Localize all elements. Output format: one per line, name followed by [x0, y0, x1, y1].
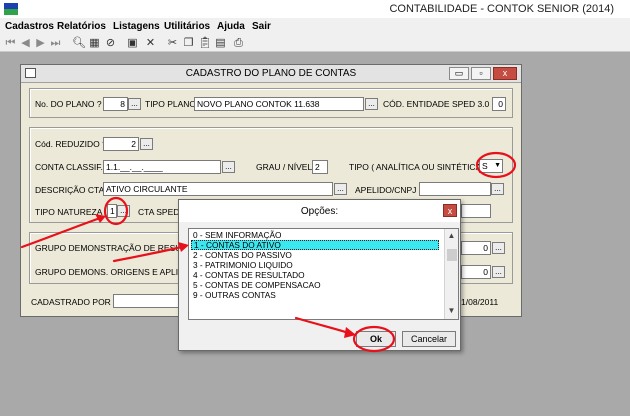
conta-classif-label: CONTA CLASSIF. — [35, 162, 103, 172]
cadastrado-field — [113, 294, 181, 308]
list-item[interactable]: 5 - CONTAS DE COMPENSACAO — [191, 280, 439, 290]
grid-icon[interactable]: ▦ — [88, 37, 101, 50]
screen-icon[interactable]: ▤ — [214, 37, 227, 50]
prev-icon[interactable]: ◀ — [19, 37, 32, 50]
scroll-thumb[interactable] — [447, 249, 457, 261]
grupo-demo-field[interactable]: 0 — [461, 241, 491, 255]
options-listbox[interactable]: 0 - SEM INFORMAÇÃO 1 - CONTAS DO ATIVO 2… — [188, 228, 459, 320]
first-icon[interactable]: ⏮ — [4, 37, 17, 50]
paste-icon[interactable]: 📋︎ — [198, 37, 212, 50]
no-plano-field[interactable]: 8 — [103, 97, 128, 111]
list-item[interactable]: 3 - PATRIMONIO LIQUIDO — [191, 260, 439, 270]
window-title: CADASTRO DO PLANO DE CONTAS — [185, 68, 357, 79]
tipo-analitica-value: S — [482, 161, 488, 171]
save-icon[interactable]: ▣ — [126, 37, 139, 50]
tipo-plano-lookup-button[interactable]: ... — [365, 98, 378, 110]
tipo-natureza-label: TIPO NATUREZA — [35, 207, 103, 217]
minimize-button[interactable]: ▭ — [449, 67, 469, 80]
cadastrado-label: CADASTRADO POR : — [31, 297, 116, 307]
cod-reduzido-lookup-button[interactable]: ... — [140, 138, 153, 150]
list-item[interactable]: 2 - CONTAS DO PASSIVO — [191, 250, 439, 260]
menu-ajuda[interactable]: Ajuda — [217, 21, 245, 32]
no-plano-label: No. DO PLANO ? — [35, 99, 102, 109]
menu-relatorios[interactable]: Relatórios — [57, 21, 106, 32]
dialog-close-button[interactable]: x — [443, 204, 457, 217]
app-title: CONTABILIDADE - CONTOK SENIOR (2014) — [389, 3, 614, 15]
apelido-field[interactable] — [419, 182, 491, 196]
tipo-plano-label: TIPO PLANO — [145, 99, 197, 109]
grupo-origens-label: GRUPO DEMONS. ORIGENS E APLICA — [35, 267, 190, 277]
menu-sair[interactable]: Sair — [252, 21, 271, 32]
cod-sped-label: CÓD. ENTIDADE SPED 3.0 — [383, 99, 490, 109]
grau-nivel-label: GRAU / NÍVEL — [256, 162, 313, 172]
descricao-label: DESCRIÇÃO CTA. — [35, 185, 107, 195]
tipo-analitica-select[interactable]: S ▼ — [479, 159, 503, 173]
tipo-natureza-lookup-button[interactable]: ... — [117, 205, 130, 217]
no-icon[interactable]: ⊘ — [104, 37, 117, 50]
cod-sped-field[interactable]: 0 — [492, 97, 506, 111]
cta-sped-field[interactable] — [461, 204, 491, 218]
scroll-up-icon[interactable]: ▲ — [445, 230, 458, 242]
descricao-field[interactable]: ATIVO CIRCULANTE — [103, 182, 333, 196]
grupo-origens-field[interactable]: 0 — [461, 265, 491, 279]
apelido-label: APELIDO/CNPJ — [355, 185, 417, 195]
menu-utilitarios[interactable]: Utilitários — [164, 21, 210, 32]
menu-listagens[interactable]: Listagens — [113, 21, 160, 32]
tipo-plano-field[interactable]: NOVO PLANO CONTOK 11.638 — [194, 97, 364, 111]
restore-button[interactable]: ▫ — [471, 67, 491, 80]
grupo-demo-label: GRUPO DEMONSTRAÇÃO DE RESULT — [35, 243, 191, 253]
find-icon[interactable]: 🔍︎ — [72, 37, 86, 50]
options-dialog: Opções: x 0 - SEM INFORMAÇÃO 1 - CONTAS … — [178, 199, 461, 351]
apelido-lookup-button[interactable]: ... — [491, 183, 504, 195]
conta-classif-lookup-button[interactable]: ... — [222, 161, 235, 173]
delete-icon[interactable]: ✕ — [144, 37, 157, 50]
copy-icon[interactable]: ❐ — [182, 37, 195, 50]
print-icon[interactable]: ⎙ — [232, 37, 245, 50]
date-value: 1/08/2011 — [461, 297, 499, 307]
app-titlebar: CONTABILIDADE - CONTOK SENIOR (2014) — [0, 0, 630, 18]
toolbar: ⏮ ◀ ▶ ⏭ 🔍︎ ▦ ⊘ ▣ ✕ ✂ ❐ 📋︎ ▤ ⎙ — [0, 35, 630, 52]
cod-reduzido-field[interactable]: 2 — [103, 137, 139, 151]
close-button[interactable]: x — [493, 67, 517, 80]
last-icon[interactable]: ⏭ — [49, 37, 62, 50]
grau-nivel-field: 2 — [312, 160, 328, 174]
list-item[interactable]: 0 - SEM INFORMAÇÃO — [191, 230, 439, 240]
dropdown-arrow-icon: ▼ — [494, 162, 501, 169]
list-item[interactable]: 4 - CONTAS DE RESULTADO — [191, 270, 439, 280]
tipo-natureza-field[interactable]: 1 — [107, 204, 117, 218]
app-logo-icon — [4, 3, 18, 15]
cancel-button[interactable]: Cancelar — [402, 331, 456, 347]
cut-icon[interactable]: ✂ — [166, 37, 179, 50]
ok-button[interactable]: Ok — [356, 331, 396, 347]
dialog-title: Opções: — [300, 206, 339, 217]
scroll-down-icon[interactable]: ▼ — [445, 305, 458, 317]
cod-reduzido-label: Cód. REDUZIDO ? — [35, 139, 107, 149]
menu-cadastros[interactable]: Cadastros — [5, 21, 54, 32]
tipo-analitica-label: TIPO ( ANALÍTICA OU SINTÉTICA ) — [349, 162, 486, 172]
grupo-origens-lookup-button[interactable]: ... — [492, 266, 505, 278]
list-item-selected[interactable]: 1 - CONTAS DO ATIVO — [191, 240, 439, 250]
next-icon[interactable]: ▶ — [34, 37, 47, 50]
list-item[interactable]: 9 - OUTRAS CONTAS — [191, 290, 439, 300]
window-titlebar: CADASTRO DO PLANO DE CONTAS ▭ ▫ x — [21, 65, 521, 83]
no-plano-lookup-button[interactable]: ... — [128, 98, 141, 110]
descricao-lookup-button[interactable]: ... — [334, 183, 347, 195]
menu-bar: Cadastros Relatórios Listagens Utilitári… — [0, 18, 630, 35]
conta-classif-field[interactable]: 1.1.__.__.____ — [103, 160, 221, 174]
cta-sped-label: CTA SPED — [138, 207, 180, 217]
dialog-titlebar: Opções: x — [179, 200, 460, 222]
listbox-scrollbar[interactable]: ▲ ▼ — [444, 229, 458, 319]
grupo-demo-lookup-button[interactable]: ... — [492, 242, 505, 254]
